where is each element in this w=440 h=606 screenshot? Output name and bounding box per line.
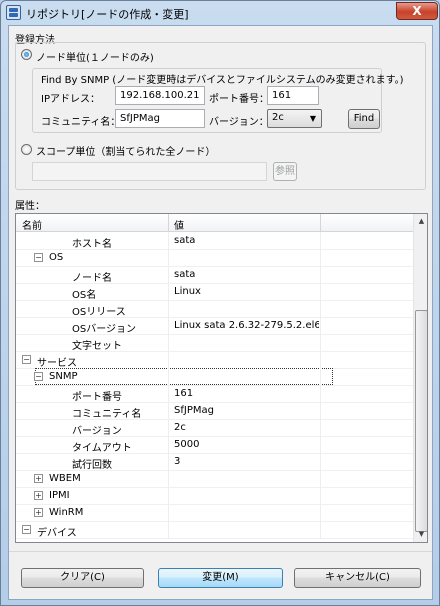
table-row[interactable]: + IPMI [16,487,413,505]
row-name: IPMI [49,490,70,501]
table-row[interactable]: + WinRM [16,504,413,522]
row-name: OS名 [72,290,97,301]
table-row[interactable]: ノード名 sata [16,266,413,284]
table-row[interactable]: コミュニティ名 SfJPMag [16,402,413,420]
port-label: ポート番号： [209,94,269,105]
collapse-icon[interactable]: − [34,253,43,262]
scroll-up-icon[interactable]: ▲ [415,214,427,229]
scroll-down-icon[interactable]: ▼ [415,527,427,542]
row-name: 文字セット [72,341,122,352]
port-input[interactable]: 161 [267,86,319,105]
row-name: OSバージョン [72,324,137,335]
table-row[interactable]: OSリリース [16,300,413,318]
ip-address-label: IPアドレス： [41,94,100,105]
row-name: バージョン [72,426,122,437]
row-value[interactable]: sata [174,269,319,280]
row-value[interactable]: 5000 [174,439,319,450]
table-row[interactable]: OS名 Linux [16,283,413,301]
table-row[interactable]: バージョン 2c [16,419,413,437]
scope-unit-radio[interactable] [21,144,32,155]
row-value[interactable]: Linux sata 2.6.32-279.5.2.el6.... [174,320,319,331]
dialog-window: リポジトリ[ノードの作成・変更] X 登録方法 ノード単位(１ノードのみ) Fi… [0,0,440,606]
row-name: 試行回数 [72,460,112,471]
table-row[interactable]: − サービス [16,351,413,369]
ip-address-input[interactable]: 192.168.100.21 [115,86,205,105]
attributes-grid: 名前 値 ホスト名 sata − OS ノード名 sata OS名 Linux OSリリース OS… [15,213,428,543]
window-title: リポジトリ[ノードの作成・変更] [26,8,189,21]
community-input[interactable]: SfJPMag [115,109,205,128]
node-unit-label[interactable]: ノード単位(１ノードのみ) [36,49,154,64]
row-value[interactable]: 3 [174,456,319,467]
cancel-button[interactable]: キャンセル(C) [294,568,421,588]
collapse-icon[interactable]: − [34,372,43,381]
row-name: WBEM [49,473,81,484]
row-name: OS [49,252,64,263]
row-name: デバイス [37,528,77,539]
version-select[interactable]: 2c ▼ [267,109,322,128]
table-row[interactable]: ポート番号 161 [16,385,413,403]
row-value[interactable]: Linux [174,286,319,297]
table-row[interactable]: タイムアウト 5000 [16,436,413,454]
row-value[interactable]: sata [174,235,319,246]
change-button[interactable]: 変更(M) [158,568,283,588]
row-name: コミュニティ名 [72,409,142,420]
row-name: サービス [37,358,77,369]
node-unit-radio[interactable] [21,49,32,60]
row-value[interactable]: 2c [174,422,319,433]
table-row[interactable]: − デバイス [16,521,413,539]
footer-bar: クリア(C) 変更(M) キャンセル(C) [9,551,432,599]
close-button[interactable]: X [396,2,438,20]
find-button[interactable]: Find [348,109,380,129]
row-value[interactable]: 161 [174,388,319,399]
attributes-label: 属性： [15,201,45,212]
row-name: ホスト名 [72,239,112,250]
row-name: WinRM [49,507,84,518]
collapse-icon[interactable]: − [22,355,31,364]
row-name: SNMP [49,371,78,382]
chevron-down-icon: ▼ [309,114,316,123]
table-row[interactable]: + WBEM [16,470,413,488]
dialog-body: 登録方法 ノード単位(１ノードのみ) Find By SNMP (ノード変更時は… [8,25,433,600]
find-snmp-note: Find By SNMP (ノード変更時はデバイスとファイルシステムのみ変更され… [41,75,404,86]
expand-icon[interactable]: + [34,508,43,517]
row-name: ポート番号 [72,392,122,403]
grid-scrollbar[interactable]: ▲ ▼ [413,214,427,542]
scroll-thumb[interactable] [415,310,427,532]
community-label: コミュニティ名： [41,117,121,128]
table-row[interactable]: − OS [16,249,413,267]
scope-input[interactable] [32,162,267,181]
app-icon [6,5,21,20]
column-header-value[interactable]: 値 [174,217,184,232]
version-select-value: 2c [272,112,284,123]
version-label: バージョン： [209,117,269,128]
grid-header: 名前 値 [16,214,413,232]
table-row[interactable]: 試行回数 3 [16,453,413,471]
clear-button[interactable]: クリア(C) [21,568,144,588]
expand-icon[interactable]: + [34,474,43,483]
column-header-name[interactable]: 名前 [22,217,42,232]
row-name: OSリリース [72,307,126,318]
table-row[interactable]: ホスト名 sata [16,232,413,250]
scope-browse-button[interactable]: 参照 [273,162,297,181]
table-row[interactable]: 文字セット [16,334,413,352]
row-value[interactable]: SfJPMag [174,405,319,416]
collapse-icon[interactable]: − [22,525,31,534]
expand-icon[interactable]: + [34,491,43,500]
scope-unit-label[interactable]: スコープ単位（割当てられた全ノード） [36,143,215,158]
table-row[interactable]: OSバージョン Linux sata 2.6.32-279.5.2.el6.... [16,317,413,335]
row-name: ノード名 [72,273,112,284]
title-bar[interactable]: リポジトリ[ノードの作成・変更] X [1,1,439,25]
table-row[interactable]: − SNMP [16,368,413,386]
row-name: タイムアウト [72,443,132,454]
